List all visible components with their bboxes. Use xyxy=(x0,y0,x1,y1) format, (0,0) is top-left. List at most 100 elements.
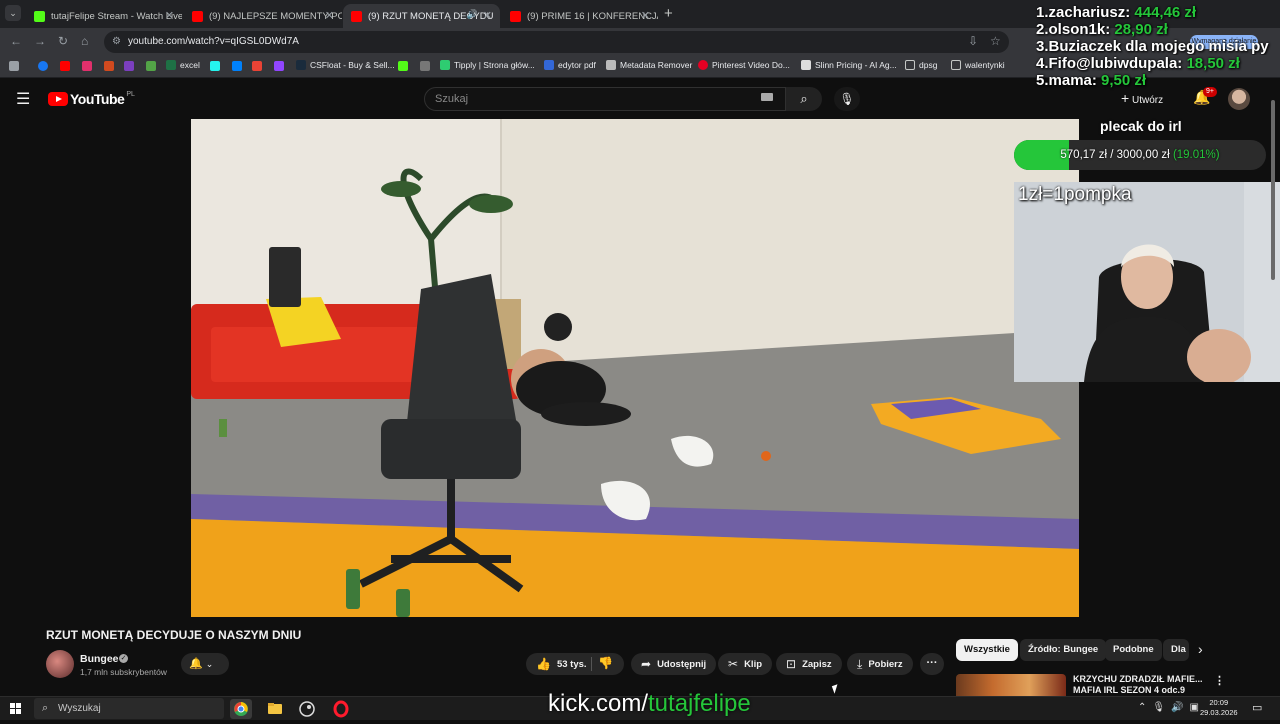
notification-center-icon[interactable]: ▭ xyxy=(1252,701,1262,714)
bookmark-icon[interactable] xyxy=(104,61,114,71)
bookmark-icon[interactable] xyxy=(124,61,134,71)
chip-related[interactable]: Podobne xyxy=(1105,639,1162,661)
bookmark-metadata-remover[interactable]: Metadata Remover xyxy=(606,60,692,70)
bookmark-label: Tipply | Strona głów... xyxy=(454,60,535,70)
twitch-icon[interactable] xyxy=(274,61,284,71)
channel-name[interactable]: Bungee xyxy=(80,653,119,665)
keyboard-icon[interactable] xyxy=(761,93,773,101)
donor-name: Fifo@lubiwdupala: xyxy=(1048,55,1183,72)
chevron-right-icon[interactable]: › xyxy=(1198,641,1203,657)
facebook-icon[interactable] xyxy=(38,61,48,71)
thumbs-up-icon: 👍 xyxy=(536,657,551,671)
close-icon[interactable]: ✕ xyxy=(483,9,492,22)
bookmark-label: dpsg xyxy=(919,60,938,70)
bookmark-slinn-pricing[interactable]: Slinn Pricing - AI Ag... xyxy=(801,60,897,70)
document-icon xyxy=(606,60,616,70)
forward-icon[interactable]: → xyxy=(34,34,46,48)
reload-icon[interactable]: ↻ xyxy=(58,34,68,48)
chrome-taskbar-button[interactable] xyxy=(230,699,252,719)
opera-taskbar-button[interactable] xyxy=(330,699,352,719)
windows-start-icon[interactable] xyxy=(10,703,22,715)
bookmark-csfloat[interactable]: CSFloat - Buy & Sell... xyxy=(296,60,395,70)
opera-icon xyxy=(333,700,349,718)
divider xyxy=(591,657,592,671)
new-tab-button[interactable]: + xyxy=(664,5,673,22)
bookmark-pinterest[interactable]: Pinterest Video Do... xyxy=(698,60,790,70)
bookmark-tipply[interactable]: Tipply | Strona głów... xyxy=(440,60,535,70)
avatar[interactable] xyxy=(1228,88,1250,110)
channel-avatar[interactable] xyxy=(46,650,74,678)
youtube-icon[interactable] xyxy=(60,61,70,71)
download-button[interactable]: ⤓ Pobierz xyxy=(847,653,913,675)
steam-icon xyxy=(299,701,315,717)
address-bar[interactable]: ⚙ youtube.com/watch?v=qIGSL0DWd7A xyxy=(104,31,1009,53)
bookmark-folder-walentynki[interactable]: walentynki xyxy=(951,60,1005,70)
more-actions-button[interactable]: ··· xyxy=(920,653,944,675)
more-icon[interactable]: ⋮ xyxy=(1214,674,1225,687)
goal-title: plecak do irl xyxy=(1100,118,1182,134)
tiktok-icon[interactable] xyxy=(210,61,220,71)
scrollbar-thumb[interactable] xyxy=(1271,100,1275,280)
site-info-icon[interactable]: ⚙ xyxy=(112,31,121,53)
tab-kick-stream[interactable]: tutajFelipe Stream - Watch Live ✕ xyxy=(26,4,182,28)
save-button[interactable]: ⊡ Zapisz xyxy=(776,653,842,675)
taskbar-search-input[interactable]: ⌕ Wyszukaj xyxy=(34,698,224,719)
bookmark-excel[interactable]: excel xyxy=(166,60,200,70)
related-video-thumbnail[interactable] xyxy=(956,674,1066,696)
related-video-title[interactable]: KRZYCHU ZDRADZIŁ MAFIE... MAFIA IRL SEZO… xyxy=(1073,674,1213,696)
bookmark-folder-dpsg[interactable]: dpsg xyxy=(905,60,937,70)
tab-najlepsze-momenty[interactable]: (9) NAJLEPSZE MOMENTY POL ✕ xyxy=(184,4,342,28)
gmail-icon[interactable] xyxy=(252,61,262,71)
tab-title: tutajFelipe Stream - Watch Live xyxy=(51,10,182,22)
voice-search-button[interactable]: 🎙 xyxy=(834,87,860,111)
bell-icon: 🔔 xyxy=(189,658,203,670)
kick-url-prefix: kick.com/ xyxy=(548,690,649,717)
close-icon[interactable]: ✕ xyxy=(325,9,334,22)
kick-icon[interactable] xyxy=(398,61,408,71)
meta-icon[interactable] xyxy=(232,61,242,71)
file-explorer-taskbar-button[interactable] xyxy=(264,699,286,719)
pdf-icon xyxy=(544,60,554,70)
clip-button[interactable]: ✂ Klip xyxy=(718,653,773,675)
close-icon[interactable]: ✕ xyxy=(641,9,650,22)
region-code: PL xyxy=(126,90,135,98)
chip-all[interactable]: Wszystkie xyxy=(956,639,1018,661)
close-icon[interactable]: ✕ xyxy=(165,9,174,22)
back-icon[interactable]: ← xyxy=(10,34,22,48)
microphone-icon: 🎙 xyxy=(839,92,855,106)
bookmark-icon[interactable] xyxy=(420,61,430,71)
tab-search-button[interactable]: ⌄ xyxy=(5,5,21,21)
youtube-icon xyxy=(351,10,362,22)
home-icon[interactable]: ⌂ xyxy=(81,34,88,48)
bookmark-star-icon[interactable]: ☆ xyxy=(990,34,1001,48)
youtube-logo[interactable]: YouTube PL xyxy=(48,91,135,107)
tab-rzut-moneta[interactable]: (9) RZUT MONETĄ DECYDU 🔊 ✕ xyxy=(343,4,500,28)
donor-amount: 28,90 zł xyxy=(1114,21,1168,38)
share-button[interactable]: ➦ Udostępnij xyxy=(631,653,717,675)
download-label: Pobierz xyxy=(868,658,903,670)
goal-amount: 570,17 zł / 3000,00 zł xyxy=(1060,149,1170,161)
steam-taskbar-button[interactable] xyxy=(296,699,318,719)
install-app-icon[interactable]: ⇩ xyxy=(968,34,978,48)
system-tray[interactable]: ⌃🎙🔊▣ xyxy=(1138,702,1205,713)
search-input[interactable]: Szukaj xyxy=(424,87,786,111)
instagram-icon[interactable] xyxy=(82,61,92,71)
chip-for-you[interactable]: Dla xyxy=(1163,639,1189,661)
bookmark-edytor-pdf[interactable]: edytor pdf xyxy=(544,60,596,70)
subscription-bell-button[interactable]: 🔔 ⌄ xyxy=(181,653,229,675)
page-scrollbar[interactable] xyxy=(1270,90,1276,700)
tab-prime-16[interactable]: (9) PRIME 16 | KONFERENCJA ⚡ ✕ xyxy=(502,4,658,28)
menu-icon[interactable]: ☰ xyxy=(16,89,30,109)
taskbar-clock[interactable]: 20:09 29.03.2026 xyxy=(1200,698,1238,718)
apps-icon[interactable] xyxy=(9,61,19,71)
chevron-up-icon: ⌃ xyxy=(1138,702,1153,713)
video-player[interactable] xyxy=(191,119,1079,617)
share-label: Udostępnij xyxy=(657,658,707,670)
goal-progress-text: 570,17 zł / 3000,00 zł (19.01%) xyxy=(1014,140,1266,170)
create-button[interactable]: + Utwórz xyxy=(1121,90,1163,106)
bookmark-icon[interactable] xyxy=(146,61,156,71)
chip-from-channel[interactable]: Źródło: Bungee xyxy=(1020,639,1107,661)
speaker-icon[interactable]: 🔊 xyxy=(467,9,478,20)
thumbs-down-icon[interactable]: 👎 xyxy=(598,656,613,670)
search-button[interactable]: ⌕ xyxy=(786,87,822,111)
